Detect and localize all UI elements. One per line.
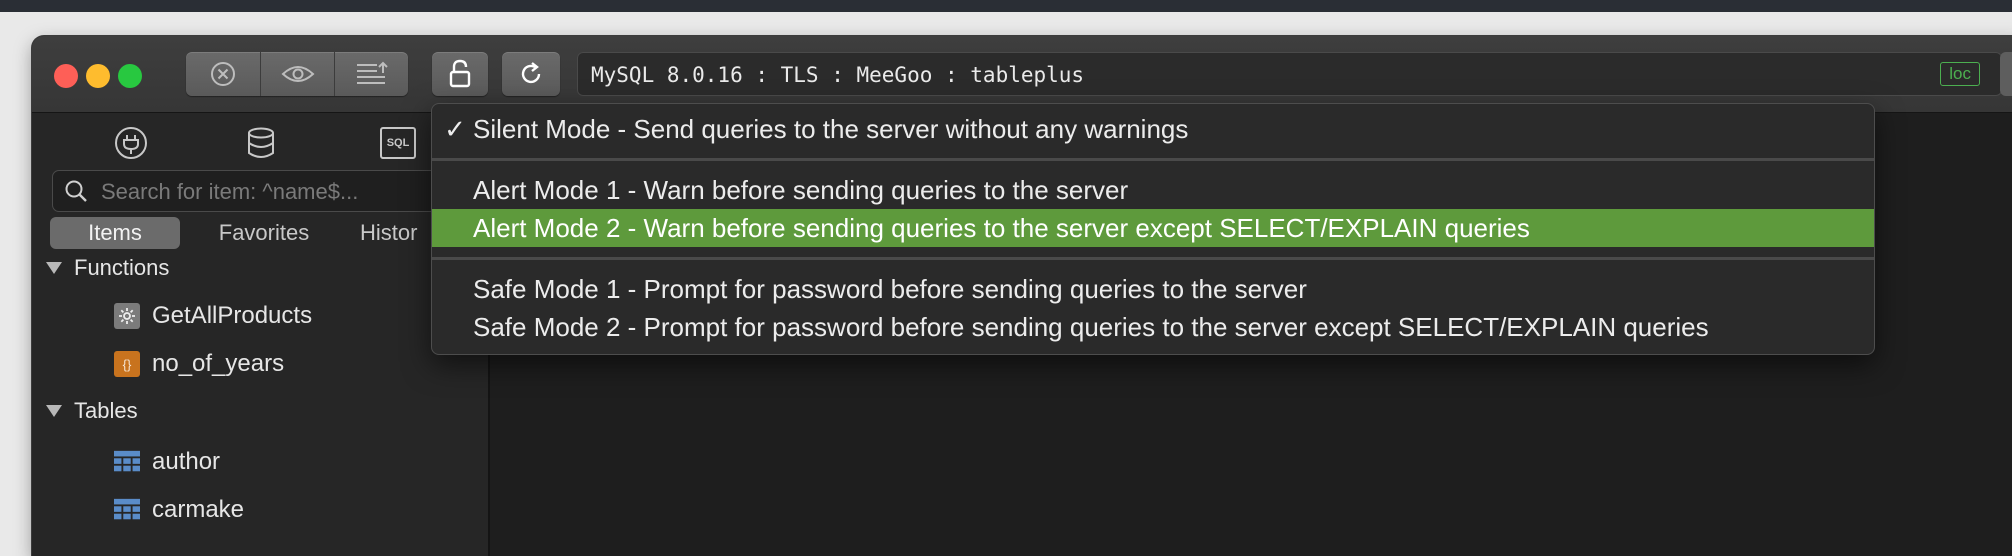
tab-items[interactable]: Items <box>50 217 180 249</box>
desktop-top-bar <box>0 0 2012 12</box>
menu-item-safe-mode-1[interactable]: Safe Mode 1 - Prompt for password before… <box>432 270 1874 308</box>
connection-status-bar[interactable]: MySQL 8.0.16 : TLS : MeeGoo : tableplus … <box>577 52 2002 96</box>
title-bar: MySQL 8.0.16 : TLS : MeeGoo : tableplus … <box>32 36 2012 113</box>
lock-icon <box>449 59 471 88</box>
eye-icon <box>281 66 315 82</box>
checkmark-icon: ✓ <box>444 114 466 144</box>
close-circle-icon <box>211 62 235 86</box>
braces-icon: {} <box>114 351 140 377</box>
query-list-button[interactable] <box>334 52 409 96</box>
menu-item-label: Safe Mode 2 - Prompt for password before… <box>473 312 1709 342</box>
item-label: author <box>152 448 221 475</box>
menu-item-label: Silent Mode - Send queries to the server… <box>473 114 1189 144</box>
refresh-icon <box>521 62 541 84</box>
location-badge: loc <box>1940 62 1980 86</box>
close-tab-button[interactable] <box>186 52 260 96</box>
group-label: Functions <box>74 255 170 280</box>
zoom-window-button[interactable] <box>118 64 142 88</box>
group-tables[interactable]: Tables <box>46 398 138 424</box>
group-label: Tables <box>74 398 138 423</box>
list-item[interactable]: author <box>114 448 220 476</box>
menu-item-label: Alert Mode 2 - Warn before sending queri… <box>473 213 1530 243</box>
connection-plug-icon[interactable] <box>111 123 151 163</box>
item-label: carmake <box>152 496 245 523</box>
menu-item-safe-mode-2[interactable]: Safe Mode 2 - Prompt for password before… <box>432 308 1874 346</box>
gear-icon <box>114 303 140 329</box>
safe-mode-button[interactable] <box>432 52 488 96</box>
disclosure-triangle-icon <box>46 405 62 417</box>
item-label: no_of_years <box>152 350 285 377</box>
list-upload-icon <box>357 61 388 84</box>
menu-item-label: Alert Mode 1 - Warn before sending queri… <box>473 175 1129 205</box>
search-input[interactable] <box>99 177 463 207</box>
table-icon <box>114 497 140 523</box>
sql-query-icon[interactable]: SQL <box>378 123 418 163</box>
menu-item-label: Safe Mode 1 - Prompt for password before… <box>473 274 1307 304</box>
database-icon[interactable] <box>241 123 281 163</box>
reload-button[interactable] <box>502 52 560 96</box>
item-label: GetAllProducts <box>152 302 313 329</box>
menu-item-alert-mode-2[interactable]: Alert Mode 2 - Warn before sending queri… <box>432 209 1874 247</box>
menu-separator <box>432 257 1874 260</box>
menu-separator <box>432 158 1874 161</box>
list-item[interactable]: {} no_of_years <box>114 350 284 378</box>
disclosure-triangle-icon <box>46 262 62 274</box>
close-window-button[interactable] <box>54 64 78 88</box>
safe-mode-menu: ✓ Silent Mode - Send queries to the serv… <box>431 103 1875 355</box>
table-icon <box>114 449 140 475</box>
group-functions[interactable]: Functions <box>46 255 169 281</box>
preview-button[interactable] <box>260 52 335 96</box>
minimize-window-button[interactable] <box>86 64 110 88</box>
toolbar-overflow-button[interactable] <box>2000 52 2012 96</box>
search-icon <box>65 180 87 202</box>
sidebar-search[interactable] <box>52 170 474 212</box>
tab-favorites[interactable]: Favorites <box>204 217 324 249</box>
toolbar-segmented-group <box>186 52 408 96</box>
list-item[interactable]: GetAllProducts <box>114 302 312 330</box>
list-item[interactable]: carmake <box>114 496 244 524</box>
menu-item-silent-mode[interactable]: ✓ Silent Mode - Send queries to the serv… <box>432 110 1874 148</box>
menu-item-alert-mode-1[interactable]: Alert Mode 1 - Warn before sending queri… <box>432 171 1874 209</box>
connection-label: MySQL 8.0.16 : TLS : MeeGoo : tableplus <box>591 63 1085 87</box>
sidebar: SQL Items Favorites Histor Functions Get… <box>32 113 490 556</box>
